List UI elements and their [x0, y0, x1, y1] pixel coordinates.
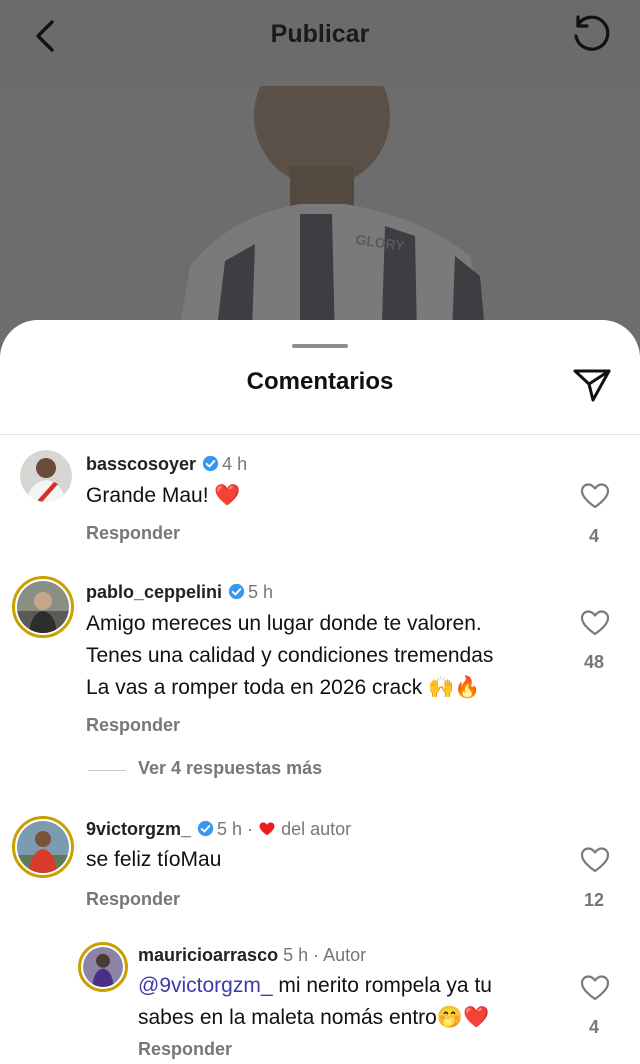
comments-sheet: Comentarios basscosoyer 4 h Grande Mau! ❤… — [0, 320, 640, 1064]
verified-badge-icon — [202, 455, 219, 472]
avatar-image — [17, 821, 69, 873]
username[interactable]: 9victorgzm_ — [86, 819, 191, 839]
heart-filled-icon — [259, 822, 275, 836]
heart-outline-icon — [580, 483, 610, 509]
like-count: 12 — [583, 890, 605, 910]
comment-line: Amigo mereces un lugar donde te valoren. — [86, 612, 482, 635]
comment-text: Grande Mau! ❤️ — [86, 480, 241, 512]
send-icon — [573, 369, 611, 402]
refresh-icon — [574, 15, 610, 51]
verified-badge-icon — [197, 820, 214, 837]
reply-button[interactable]: Responder — [86, 889, 180, 910]
like-button[interactable] — [580, 609, 610, 637]
liked-by-author-label: del autor — [281, 819, 352, 839]
sheet-grabber[interactable] — [292, 344, 348, 348]
like-count: 4 — [588, 1017, 599, 1037]
comment-text: @9victorgzm_ mi nerito rompela ya tu sab… — [138, 970, 568, 1034]
heart-outline-icon — [580, 610, 610, 636]
reply-button[interactable]: Responder — [86, 715, 180, 736]
top-bar: Publicar — [0, 0, 640, 86]
timestamp: 5 h — [217, 819, 243, 839]
avatar[interactable] — [78, 942, 128, 992]
avatar[interactable] — [20, 450, 72, 502]
heart-outline-icon — [580, 975, 610, 1001]
comment-meta: pablo_ceppelini 5 h — [86, 582, 273, 603]
comment-line-rest: mi nerito rompela ya tu — [272, 974, 492, 997]
mention-link[interactable]: @9victorgzm_ — [138, 974, 273, 997]
timestamp: 4 h — [222, 454, 248, 474]
timestamp: 5 h — [283, 945, 309, 965]
like-count: 48 — [583, 652, 605, 672]
timestamp: 5 h — [248, 582, 274, 602]
reply-button[interactable]: Responder — [86, 523, 180, 544]
comment-line: Grande Mau! ❤️ — [86, 484, 241, 507]
refresh-button[interactable] — [570, 14, 612, 56]
avatar[interactable] — [12, 576, 74, 638]
comment-text: Amigo mereces un lugar donde te valoren.… — [86, 608, 566, 704]
comments-title: Comentarios — [246, 368, 394, 395]
comment-meta: mauricioarrasco 5 h · Autor — [138, 945, 366, 966]
comment-line: se feliz tíoMau — [86, 848, 222, 871]
avatar-image — [17, 581, 69, 633]
username[interactable]: mauricioarrasco — [138, 945, 278, 965]
avatar[interactable] — [12, 816, 74, 878]
like-button[interactable] — [580, 482, 610, 510]
page-title: Publicar — [270, 20, 370, 48]
heart-outline-icon — [580, 847, 610, 873]
view-more-replies-label: Ver 4 respuestas más — [138, 758, 323, 778]
comment-line: La vas a romper toda en 2026 crack 🙌🔥 — [86, 676, 481, 699]
avatar-image — [83, 947, 123, 987]
username[interactable]: basscosoyer — [86, 454, 196, 474]
author-tag: · Autor — [313, 945, 367, 965]
username[interactable]: pablo_ceppelini — [86, 582, 222, 602]
reply-button[interactable]: Responder — [138, 1039, 232, 1060]
comment-meta: 9victorgzm_ 5 h · del autor — [86, 819, 351, 840]
comment-meta: basscosoyer 4 h — [86, 454, 247, 475]
comment-line: sabes en la maleta nomás entro🤭❤️ — [138, 1006, 490, 1029]
view-more-replies-button[interactable]: Ver 4 respuestas más — [88, 758, 418, 782]
avatar-image — [20, 450, 72, 502]
share-button[interactable] — [570, 362, 614, 406]
replies-line — [88, 770, 126, 771]
like-count: 4 — [588, 526, 599, 546]
comment-line: @9victorgzm_ mi nerito rompela ya tu — [138, 970, 568, 1002]
like-button[interactable] — [580, 846, 610, 874]
divider — [0, 434, 640, 435]
author-like-separator: · — [247, 819, 259, 839]
comment-text: se feliz tíoMau — [86, 844, 221, 876]
verified-badge-icon — [228, 583, 245, 600]
like-button[interactable] — [580, 974, 610, 1002]
comment-line: Tenes una calidad y condiciones tremenda… — [86, 644, 494, 667]
